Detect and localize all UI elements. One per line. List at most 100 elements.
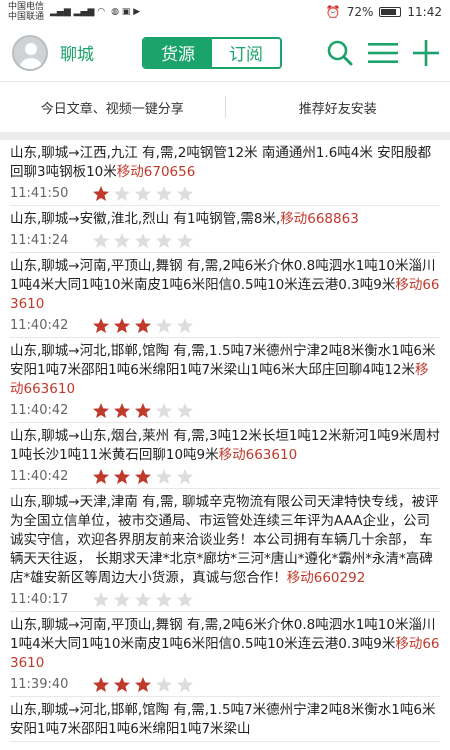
item-meta: 11:41:50 (10, 183, 440, 203)
post-time: 11:40:42 (10, 317, 69, 333)
cargo-feed: 山东,聊城→江西,九江 有,需,2吨钢管12米 南通通州1.6吨4米 安阳殷都回… (0, 140, 450, 742)
star-icon (177, 468, 193, 484)
status-left: 中国电信 中国联通 ▂▄▆ ▂▄▆ ◠ ◍ ▣ ▶ (8, 2, 140, 22)
star-icon (156, 591, 172, 607)
alarm-icon: ⏰ (325, 5, 341, 19)
item-meta: 11:40:42 (10, 466, 440, 486)
cargo-message: 山东,聊城→河北,邯郸,馆陶 有,需,1.5吨7米德州宁津2吨8米衡水1吨6米安… (10, 342, 440, 399)
contact-phone[interactable]: 移动663610 (219, 447, 298, 463)
post-time: 11:41:24 (10, 232, 69, 248)
cargo-message: 山东,聊城→安徽,淮北,烈山 有1吨钢管,需8米,移动668863 (10, 210, 440, 229)
status-bar: 中国电信 中国联通 ▂▄▆ ▂▄▆ ◠ ◍ ▣ ▶ ⏰ 72% 11:42 (0, 0, 450, 24)
item-meta: 11:40:17 (10, 589, 440, 609)
tab-switcher: 货源 订阅 (142, 36, 282, 69)
cargo-text: 山东,聊城→安徽,淮北,烈山 有1吨钢管,需8米, (10, 211, 281, 227)
star-icon (135, 232, 151, 248)
tab-cargo[interactable]: 货源 (144, 38, 212, 67)
list-item[interactable]: 山东,聊城→天津,津南 有,需, 聊城辛克物流有限公司天津特快专线，被评为全国立… (10, 489, 440, 612)
battery-percent: 72% (346, 5, 374, 19)
star-icon (156, 185, 172, 201)
star-icon (93, 317, 109, 333)
post-time: 11:39:40 (10, 676, 69, 692)
cargo-text: 山东,聊城→河北,邯郸,馆陶 有,需,1.5吨7米德州宁津2吨8米衡水1吨6米安… (10, 702, 436, 737)
city-selector[interactable]: 聊城 (60, 40, 130, 65)
item-meta: 11:41:24 (10, 230, 440, 250)
star-icon (177, 676, 193, 692)
carrier-info: 中国电信 中国联通 (8, 2, 44, 22)
contact-phone[interactable]: 移动660292 (287, 570, 366, 586)
star-icon (114, 402, 130, 418)
star-icon (114, 317, 130, 333)
clock: 11:42 (407, 5, 442, 19)
star-icon (135, 402, 151, 418)
star-icon (135, 676, 151, 692)
star-icon (114, 185, 130, 201)
star-icon (93, 468, 109, 484)
star-icon (135, 317, 151, 333)
star-icon (156, 232, 172, 248)
rating-stars (92, 402, 194, 419)
star-icon (93, 232, 109, 248)
star-icon (93, 591, 109, 607)
post-time: 11:40:42 (10, 468, 69, 484)
cargo-message: 山东,聊城→江西,九江 有,需,2吨钢管12米 南通通州1.6吨4米 安阳殷都回… (10, 144, 440, 182)
star-icon (177, 591, 193, 607)
star-icon (156, 402, 172, 418)
post-time: 11:40:42 (10, 402, 69, 418)
cargo-message: 山东,聊城→河南,平顶山,舞钢 有,需,2吨6米介休0.8吨泗水1吨10米淄川1… (10, 257, 440, 314)
star-icon (177, 317, 193, 333)
battery-icon (379, 7, 402, 17)
cargo-text: 山东,聊城→河南,平顶山,舞钢 有,需,2吨6米介休0.8吨泗水1吨10米淄川1… (10, 258, 436, 293)
search-icon[interactable] (326, 39, 354, 67)
signal-icon: ▂▄▆ ▂▄▆ ◠ (50, 7, 106, 17)
list-item[interactable]: 山东,聊城→江西,九江 有,需,2吨钢管12米 南通通州1.6吨4米 安阳殷都回… (10, 140, 440, 206)
item-meta: 11:40:42 (10, 315, 440, 335)
rating-stars (92, 468, 194, 485)
rating-stars (92, 676, 194, 693)
cargo-text: 山东,聊城→河南,平顶山,舞钢 有,需,2吨6米介休0.8吨泗水1吨10米淄川1… (10, 617, 436, 652)
star-icon (93, 676, 109, 692)
list-item[interactable]: 山东,聊城→河北,邯郸,馆陶 有,需,1.5吨7米德州宁津2吨8米衡水1吨6米安… (10, 338, 440, 423)
star-icon (135, 591, 151, 607)
carrier-1: 中国电信 (8, 2, 45, 12)
header-actions (326, 39, 440, 67)
recommend-friends-link[interactable]: 推荐好友安装 (226, 98, 450, 117)
share-bar: 今日文章、视频一键分享 推荐好友安装 (0, 82, 450, 140)
cargo-message: 山东,聊城→河南,平顶山,舞钢 有,需,2吨6米介休0.8吨泗水1吨10米淄川1… (10, 616, 440, 673)
star-icon (93, 185, 109, 201)
star-icon (156, 468, 172, 484)
cargo-message: 山东,聊城→河北,邯郸,馆陶 有,需,1.5吨7米德州宁津2吨8米衡水1吨6米安… (10, 701, 440, 739)
star-icon (114, 232, 130, 248)
avatar[interactable] (12, 34, 48, 71)
star-icon (156, 317, 172, 333)
list-item[interactable]: 山东,聊城→安徽,淮北,烈山 有1吨钢管,需8米,移动668863 11:41:2… (10, 206, 440, 253)
star-icon (93, 402, 109, 418)
post-time: 11:41:50 (10, 185, 69, 201)
menu-icon[interactable] (368, 41, 398, 65)
item-meta: 11:39:40 (10, 674, 440, 694)
star-icon (114, 591, 130, 607)
star-icon (177, 232, 193, 248)
star-icon (135, 185, 151, 201)
share-articles-link[interactable]: 今日文章、视频一键分享 (0, 98, 225, 117)
list-item[interactable]: 山东,聊城→河南,平顶山,舞钢 有,需,2吨6米介休0.8吨泗水1吨10米淄川1… (10, 612, 440, 697)
rating-stars (92, 317, 194, 334)
contact-phone[interactable]: 移动668863 (280, 211, 359, 227)
carrier-2: 中国联通 (8, 12, 45, 22)
contact-phone[interactable]: 移动670656 (117, 164, 196, 180)
rating-stars (92, 232, 194, 249)
cargo-message: 山东,聊城→山东,烟台,莱州 有,需,3吨12米长垣1吨12米新河1吨9米周村1… (10, 427, 440, 465)
rating-stars (92, 591, 194, 608)
cargo-text: 山东,聊城→天津,津南 有,需, 聊城辛克物流有限公司天津特快专线，被评为全国立… (10, 494, 439, 586)
list-item[interactable]: 山东,聊城→河北,邯郸,馆陶 有,需,1.5吨7米德州宁津2吨8米衡水1吨6米安… (10, 697, 440, 742)
add-icon[interactable] (412, 39, 440, 67)
cargo-text: 山东,聊城→江西,九江 有,需,2吨钢管12米 南通通州1.6吨4米 安阳殷都回… (10, 145, 432, 180)
tab-subscribe[interactable]: 订阅 (212, 38, 280, 67)
star-icon (156, 676, 172, 692)
star-icon (177, 185, 193, 201)
cargo-text: 山东,聊城→河北,邯郸,馆陶 有,需,1.5吨7米德州宁津2吨8米衡水1吨6米安… (10, 343, 436, 378)
list-item[interactable]: 山东,聊城→山东,烟台,莱州 有,需,3吨12米长垣1吨12米新河1吨9米周村1… (10, 423, 440, 489)
star-icon (114, 676, 130, 692)
list-item[interactable]: 山东,聊城→河南,平顶山,舞钢 有,需,2吨6米介休0.8吨泗水1吨10米淄川1… (10, 253, 440, 338)
star-icon (114, 468, 130, 484)
